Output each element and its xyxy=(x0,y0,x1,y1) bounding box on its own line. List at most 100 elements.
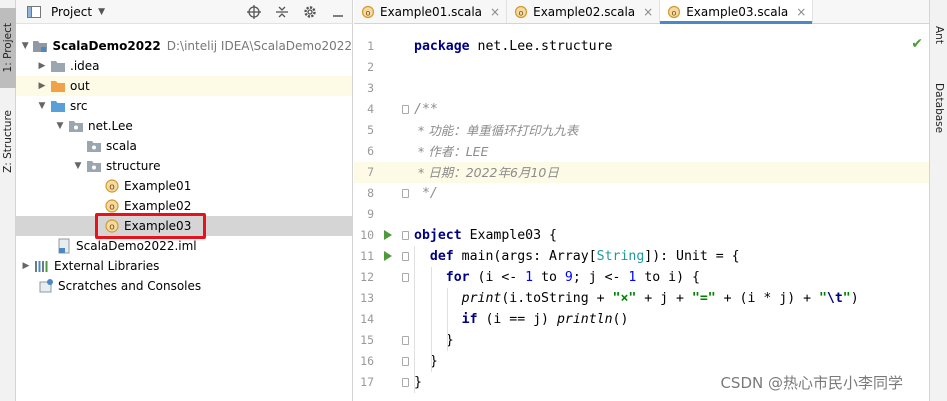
inspection-ok-icon[interactable]: ✔ xyxy=(911,36,923,52)
code-line: * 作者：LEE xyxy=(414,144,489,159)
fold-icon[interactable] xyxy=(402,273,409,282)
ant-tool-tab[interactable]: Ant xyxy=(930,14,947,56)
gear-icon[interactable] xyxy=(302,4,318,20)
fold-icon[interactable] xyxy=(402,231,409,240)
tree-item-out[interactable]: ▶ out xyxy=(16,76,352,96)
tree-item-iml[interactable]: ScalaDemo2022.iml xyxy=(16,236,352,256)
chevron-down-icon[interactable]: ▼ xyxy=(20,41,30,51)
tab-example02[interactable]: o Example02.scala × xyxy=(507,0,661,23)
gutter-line: 4 xyxy=(354,99,410,120)
project-tree: ▼ ScalaDemo2022 D:\intelij IDEA\ScalaDem… xyxy=(16,36,352,296)
locate-icon[interactable] xyxy=(246,4,262,20)
code-line: package net.Lee.structure xyxy=(414,39,613,54)
run-icon[interactable] xyxy=(384,230,392,240)
project-tool-tab[interactable]: 1: Project xyxy=(0,8,16,88)
code-line: * 功能：单重循环打印九九表 xyxy=(414,123,579,138)
svg-text:o: o xyxy=(519,8,524,17)
chevron-down-icon[interactable]: ▼ xyxy=(36,101,48,111)
scratches-icon xyxy=(38,278,54,294)
close-icon[interactable]: × xyxy=(796,5,806,19)
tree-item-example01[interactable]: o Example01 xyxy=(16,176,352,196)
gutter-line: 9 xyxy=(367,207,374,221)
scala-object-icon: o xyxy=(666,4,682,20)
code-line: /** xyxy=(414,102,438,117)
gutter-line: 3 xyxy=(367,81,374,95)
chevron-down-icon[interactable]: ▼ xyxy=(72,161,84,171)
fold-icon[interactable] xyxy=(402,378,409,387)
fold-icon[interactable] xyxy=(402,357,409,366)
tree-item-src[interactable]: ▼ src xyxy=(16,96,352,116)
project-panel: Project ▼ ▼ ScalaDemo2022 D:\intelij IDE… xyxy=(16,0,353,401)
tree-item-example03[interactable]: o Example03 xyxy=(16,213,352,239)
project-panel-header: Project ▼ xyxy=(16,0,352,24)
module-folder-icon xyxy=(32,38,48,54)
project-panel-title[interactable]: Project xyxy=(51,5,92,19)
gutter-line: 12 xyxy=(354,267,410,288)
code-editor: o Example01.scala × o Example02.scala × … xyxy=(354,0,929,401)
collapse-all-icon[interactable] xyxy=(274,4,290,20)
scala-object-icon: o xyxy=(104,198,120,214)
code-line: * 日期：2022年6月10日 xyxy=(410,162,929,183)
tree-item-scala[interactable]: scala xyxy=(16,136,352,156)
fold-icon[interactable] xyxy=(402,189,409,198)
chevron-right-icon[interactable]: ▶ xyxy=(20,261,32,271)
chevron-down-icon[interactable]: ▼ xyxy=(54,121,66,131)
code-line: for (i <- 1 to 9; j <- 1 to i) { xyxy=(445,270,700,285)
code-line: if (i == j) println() xyxy=(461,312,629,327)
run-icon[interactable] xyxy=(384,251,392,261)
left-tool-strip: 1: Project Z: Structure xyxy=(0,0,16,401)
fold-icon[interactable] xyxy=(402,105,409,114)
svg-text:o: o xyxy=(109,223,115,233)
module-file-icon xyxy=(56,238,72,254)
indent-guide xyxy=(431,267,432,372)
code-line: } xyxy=(429,354,438,369)
gutter-line: 11 xyxy=(354,246,410,267)
fold-icon[interactable] xyxy=(402,336,409,345)
package-icon xyxy=(68,118,84,134)
close-icon[interactable]: × xyxy=(643,5,653,19)
gutter-line: 7 xyxy=(354,162,410,183)
svg-text:o: o xyxy=(672,8,677,17)
svg-text:o: o xyxy=(366,8,371,17)
svg-text:o: o xyxy=(109,203,115,213)
editor-tab-bar: o Example01.scala × o Example02.scala × … xyxy=(354,0,929,24)
code-line: print(i.toString + "×" + j + "=" + (i * … xyxy=(461,291,859,306)
indent-guide xyxy=(447,288,448,351)
tree-item-project-root[interactable]: ▼ ScalaDemo2022 D:\intelij IDEA\ScalaDem… xyxy=(16,36,352,56)
gutter-line: 10 xyxy=(354,225,410,246)
tree-item-net-lee[interactable]: ▼ net.Lee xyxy=(16,116,352,136)
minimize-icon[interactable] xyxy=(330,4,346,20)
package-icon xyxy=(86,158,102,174)
gutter-line: 8 xyxy=(354,183,410,204)
code-line: object Example03 { xyxy=(414,228,557,243)
tree-item-structure[interactable]: ▼ structure xyxy=(16,156,352,176)
chevron-right-icon[interactable]: ▶ xyxy=(36,81,48,91)
close-icon[interactable]: × xyxy=(490,5,500,19)
tab-example03[interactable]: o Example03.scala × xyxy=(660,0,814,24)
tree-item-example02[interactable]: o Example02 xyxy=(16,196,352,216)
chevron-right-icon[interactable]: ▶ xyxy=(36,61,48,71)
code-area[interactable]: package net.Lee.structure /** * 功能：单重循环打… xyxy=(410,36,929,393)
code-line: */ xyxy=(414,186,438,201)
structure-tool-tab[interactable]: Z: Structure xyxy=(0,100,16,182)
editor-gutter: 1 2 3 4 5 6 7 8 9 10 11 12 13 14 15 16 1… xyxy=(354,36,410,393)
tree-item-scratches[interactable]: Scratches and Consoles xyxy=(16,276,352,296)
gutter-line: 14 xyxy=(360,312,374,326)
tab-example01[interactable]: o Example01.scala × xyxy=(354,0,508,23)
indent-guide xyxy=(414,246,415,393)
package-icon xyxy=(86,138,102,154)
code-line: def main(args: Array[String]): Unit = { xyxy=(429,249,740,264)
gutter-line: 17 xyxy=(354,372,410,393)
tree-item-idea[interactable]: ▶ .idea xyxy=(16,56,352,76)
tree-item-external-libraries[interactable]: ▶ External Libraries xyxy=(16,256,352,276)
gutter-line: 15 xyxy=(354,330,410,351)
database-tool-tab[interactable]: Database xyxy=(930,72,947,144)
gutter-line: 2 xyxy=(367,60,374,74)
fold-icon[interactable] xyxy=(402,252,409,261)
chevron-down-icon[interactable]: ▼ xyxy=(98,7,105,17)
gutter-line: 5 xyxy=(367,123,374,137)
scala-object-icon: o xyxy=(513,4,529,20)
